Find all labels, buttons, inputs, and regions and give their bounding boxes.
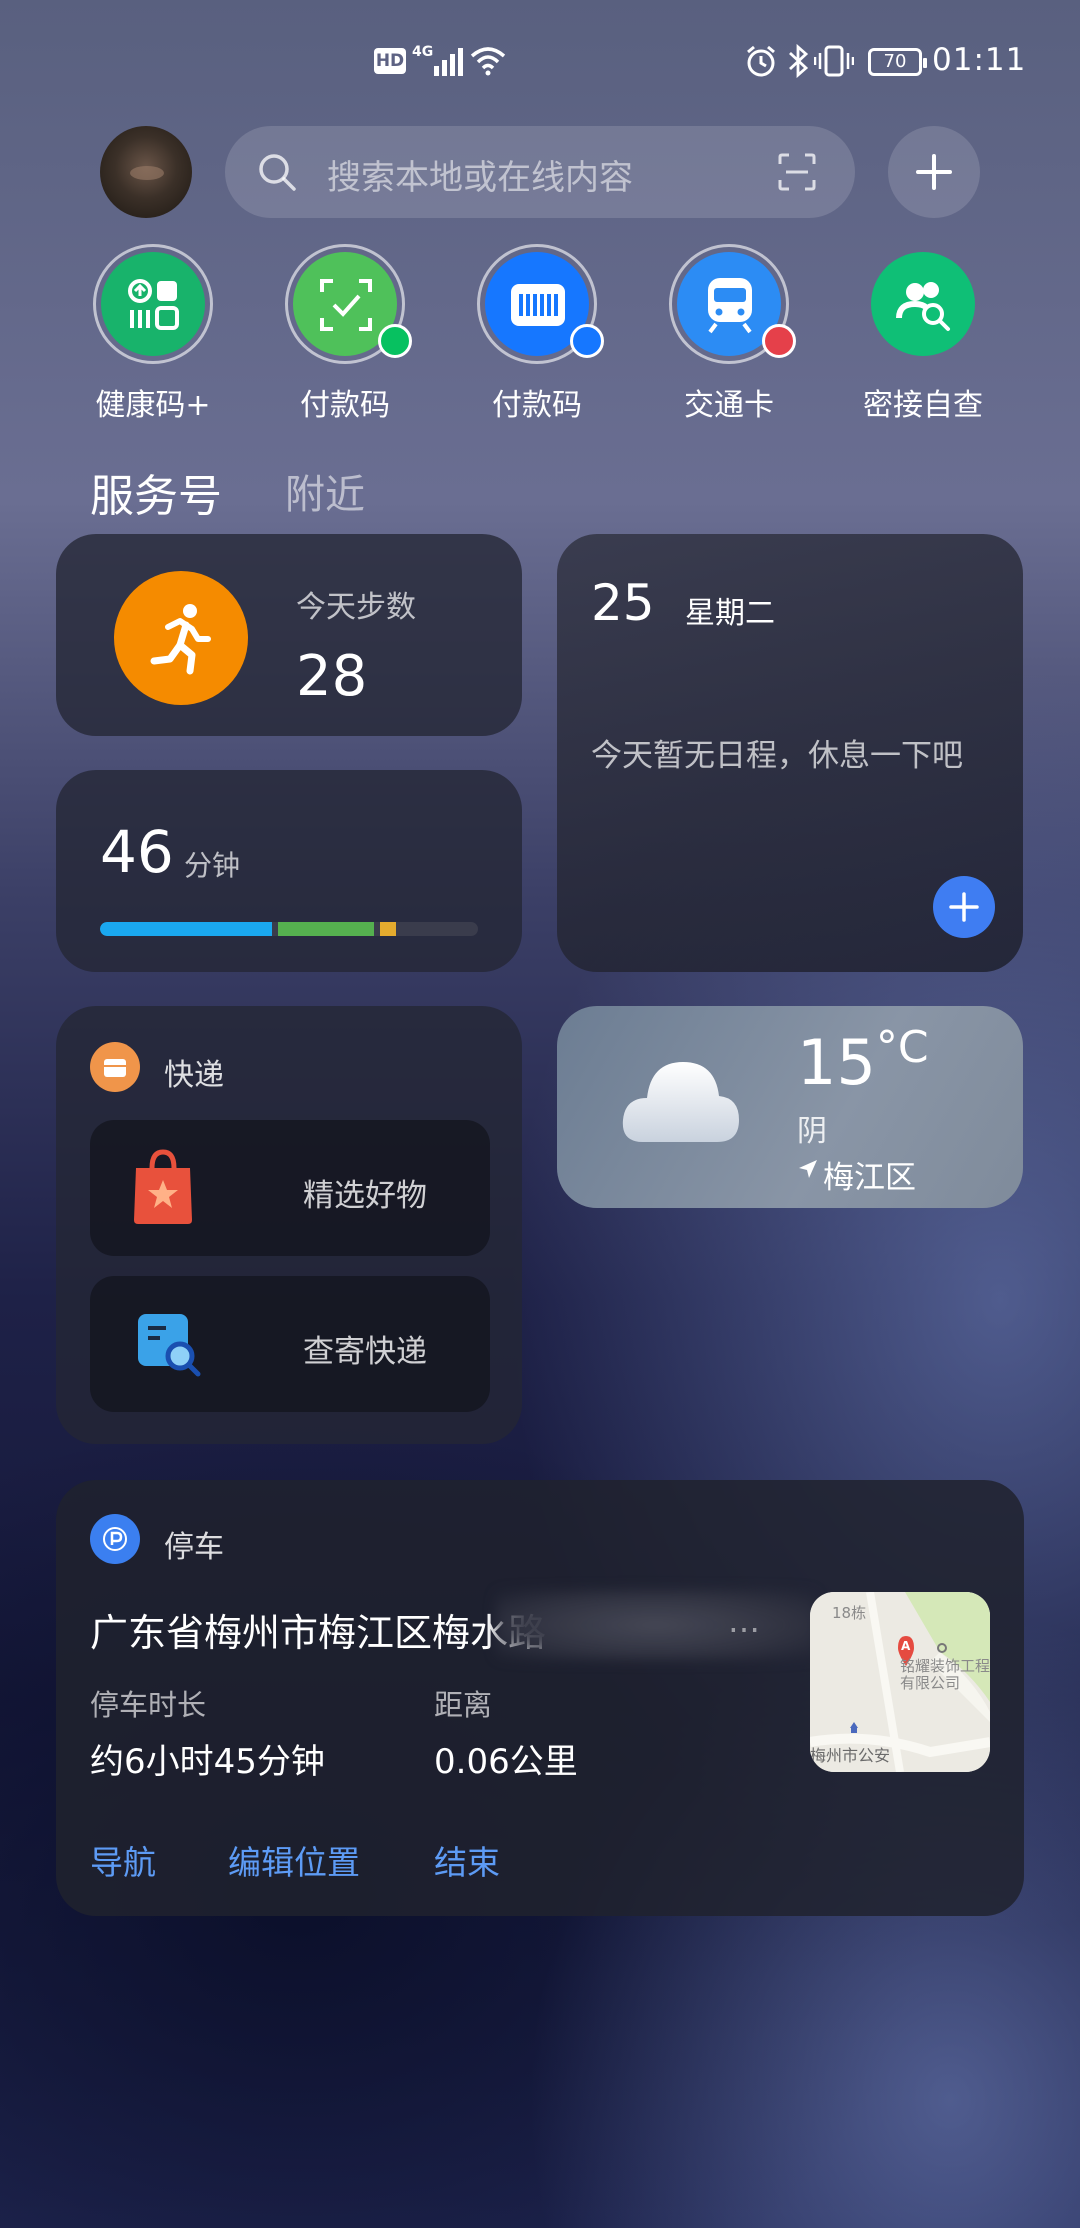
avatar[interactable] xyxy=(100,126,192,218)
network-type: 4G xyxy=(412,44,434,60)
hd-icon: HD xyxy=(374,48,406,74)
card-badge-icon xyxy=(762,324,796,358)
steps-value: 28 xyxy=(296,644,368,709)
search-bar[interactable]: 搜索本地或在线内容 xyxy=(225,126,855,218)
vibrate-icon xyxy=(814,45,854,77)
calendar-card[interactable]: 25 星期二 今天暂无日程，休息一下吧 xyxy=(557,534,1023,972)
map-poi-label: 铭耀装饰工程有限公司 xyxy=(900,1657,990,1692)
package-icon xyxy=(90,1042,140,1092)
search-placeholder: 搜索本地或在线内容 xyxy=(327,158,633,198)
shortcut-alipay[interactable]: 付款码 xyxy=(452,244,622,424)
weather-condition: 阴 xyxy=(797,1114,827,1149)
duration-label: 停车时长 xyxy=(90,1688,207,1722)
screen-time-segment xyxy=(277,922,374,936)
contact-search-icon xyxy=(896,282,950,331)
shortcut-health-code[interactable]: 健康码+ xyxy=(68,244,238,424)
screen-time-segment xyxy=(379,922,397,936)
barcode-icon xyxy=(511,284,565,326)
express-card: 快递 精选好物 查寄快递 xyxy=(56,1006,522,1444)
shortcut-label: 付款码 xyxy=(300,388,390,423)
search-icon xyxy=(259,154,296,191)
steps-label: 今天步数 xyxy=(296,590,416,625)
express-item-label: 精选好物 xyxy=(303,1178,427,1214)
screen-time-segment xyxy=(100,922,272,936)
address-redaction xyxy=(496,1590,816,1660)
weather-card[interactable]: 15°C 阴 梅江区 xyxy=(557,1006,1023,1208)
distance-label: 距离 xyxy=(434,1688,493,1722)
wifi-icon xyxy=(470,47,506,76)
distance-value: 0.06公里 xyxy=(434,1742,578,1782)
alarm-icon xyxy=(747,45,775,77)
shortcut-label: 交通卡 xyxy=(684,388,774,423)
add-button[interactable] xyxy=(888,126,980,218)
tab-services[interactable]: 服务号 xyxy=(90,460,222,524)
express-item-label: 查寄快递 xyxy=(303,1334,427,1370)
calendar-day: 25 xyxy=(591,574,655,632)
tab-nearby[interactable]: 附近 xyxy=(285,462,365,520)
health-code-icon xyxy=(128,279,179,330)
add-event-button[interactable] xyxy=(933,876,995,938)
map-building-label: 18栋 xyxy=(832,1604,867,1622)
clock: 01:11 xyxy=(932,42,1027,78)
train-icon xyxy=(708,278,752,334)
scan-pay-icon xyxy=(320,279,372,331)
screen-time-value: 46 xyxy=(100,818,174,886)
express-title: 快递 xyxy=(164,1058,224,1093)
status-bar: HD 4G 70 01:11 xyxy=(0,40,1080,90)
map-poi-label: 梅州市公安 xyxy=(810,1746,891,1765)
shortcut-label: 健康码+ xyxy=(95,388,211,423)
calendar-empty-text: 今天暂无日程，休息一下吧 xyxy=(591,738,963,774)
duration-value: 约6小时45分钟 xyxy=(90,1742,325,1782)
express-item-track[interactable]: 查寄快递 xyxy=(90,1276,490,1412)
end-parking-button[interactable]: 结束 xyxy=(434,1836,500,1884)
screen-time-card[interactable]: 46 分钟 xyxy=(56,770,522,972)
calendar-weekday: 星期二 xyxy=(685,596,775,631)
express-item-goods[interactable]: 精选好物 xyxy=(90,1120,490,1256)
plus-icon xyxy=(916,154,952,190)
battery-icon: 70 xyxy=(868,48,927,76)
running-icon xyxy=(150,604,211,675)
cloud-icon xyxy=(622,1062,739,1142)
bluetooth-icon xyxy=(789,44,809,78)
parking-card[interactable]: 停车 广东省梅州市梅江区梅水路 … 停车时长 约6小时45分钟 距离 0.06公… xyxy=(56,1480,1024,1916)
plus-icon xyxy=(949,892,979,922)
steps-card[interactable]: 今天步数 28 xyxy=(56,534,522,736)
screen-time-bar xyxy=(100,922,478,936)
shortcut-label: 密接自查 xyxy=(863,388,983,423)
map-marker-label: A xyxy=(901,1639,911,1653)
alipay-icon xyxy=(570,324,604,358)
parking-title: 停车 xyxy=(164,1530,224,1565)
shortcut-transit-card[interactable]: 交通卡 xyxy=(644,244,814,424)
weather-location: 梅江区 xyxy=(823,1160,916,1196)
parking-map[interactable]: 18栋 A 铭耀装饰工程有限公司 梅州市公安 xyxy=(810,1592,990,1772)
address-ellipsis: … xyxy=(728,1602,760,1640)
shortcut-contact-check[interactable]: 密接自查 xyxy=(838,244,1008,424)
edit-location-button[interactable]: 编辑位置 xyxy=(228,1836,360,1884)
shortcut-label: 付款码 xyxy=(492,388,582,423)
location-arrow-icon xyxy=(799,1160,817,1178)
scan-icon[interactable] xyxy=(777,152,817,192)
shortcut-wechat-pay[interactable]: 付款码 xyxy=(260,244,430,424)
screen-time-unit: 分钟 xyxy=(184,849,241,882)
wechat-icon xyxy=(378,324,412,358)
navigate-button[interactable]: 导航 xyxy=(90,1836,156,1884)
parking-icon xyxy=(90,1514,140,1564)
signal-icon xyxy=(434,48,463,76)
temperature: 15°C xyxy=(797,1022,929,1099)
